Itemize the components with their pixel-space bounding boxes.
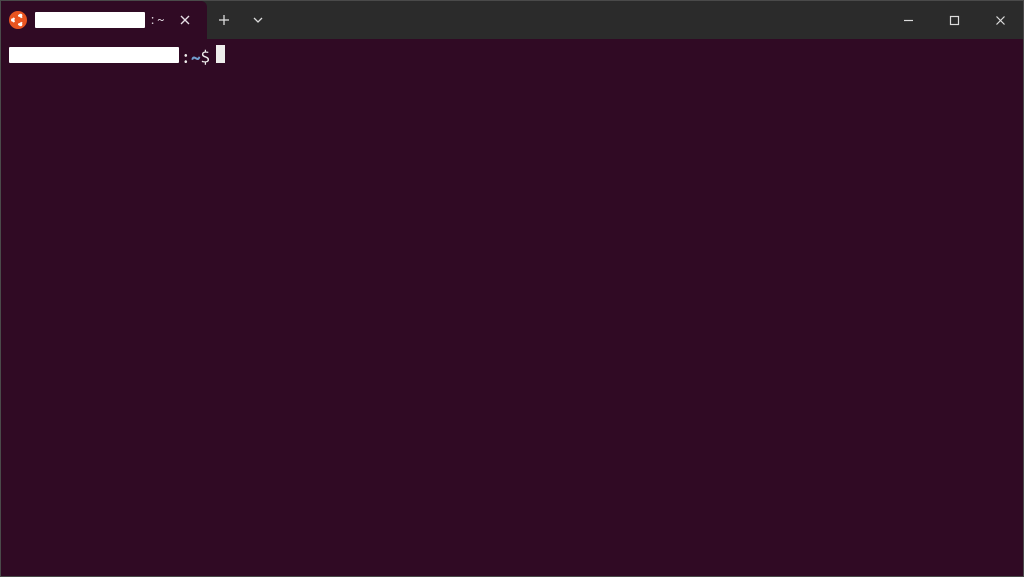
minimize-button[interactable] [885, 1, 931, 39]
close-icon [995, 15, 1006, 26]
maximize-button[interactable] [931, 1, 977, 39]
tab-close-button[interactable] [173, 8, 197, 32]
tab-suffix: : ~ [151, 13, 165, 27]
tab-dropdown-button[interactable] [241, 1, 275, 39]
minimize-icon [903, 15, 914, 26]
chevron-down-icon [253, 17, 263, 23]
terminal-body[interactable]: : ~ $ [1, 39, 1023, 576]
prompt-separator: : [181, 47, 191, 68]
window-controls [885, 1, 1023, 39]
close-window-button[interactable] [977, 1, 1023, 39]
new-tab-button[interactable] [207, 1, 241, 39]
text-cursor [216, 45, 225, 63]
prompt-cwd: ~ [191, 47, 201, 68]
maximize-icon [949, 15, 960, 26]
plus-icon [218, 14, 230, 26]
titlebar-drag-area[interactable] [275, 1, 885, 39]
close-icon [180, 15, 190, 25]
user-host-redacted [9, 47, 179, 63]
active-tab[interactable]: : ~ [1, 1, 207, 39]
titlebar[interactable]: : ~ [1, 1, 1023, 39]
tab-title-redacted [35, 12, 145, 28]
ubuntu-icon [9, 11, 27, 29]
prompt-line: : ~ $ [9, 45, 1015, 68]
prompt-symbol: $ [201, 47, 211, 68]
terminal-window: : ~ [0, 0, 1024, 577]
